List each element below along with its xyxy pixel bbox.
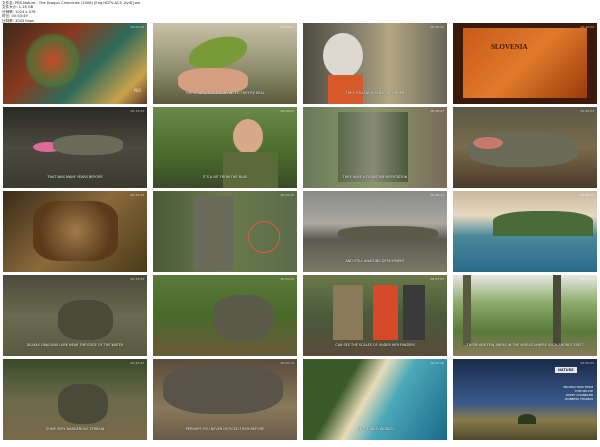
komodo-dragon	[213, 295, 273, 340]
white-hair-person	[323, 33, 363, 78]
thumbnail-6[interactable]: IT'S A BIT FROM THE BLUE 00:16:01	[153, 107, 297, 188]
timestamp: 00:47:39	[430, 361, 444, 365]
komodo-dragon	[58, 384, 108, 424]
timestamp: 00:28:11	[430, 193, 444, 197]
crocodile	[338, 226, 438, 241]
tree-trunk	[338, 112, 408, 182]
timestamp: 00:16:01	[280, 109, 294, 113]
thumbnail-15[interactable]: CAN SEE THE SCALES OF UNDER HER FINGERS …	[303, 275, 447, 356]
thumbnail-14[interactable]: 00:35:29	[153, 275, 297, 356]
thumbnail-16[interactable]: THERE ARE FEW AREAS IN THE WORLD WHERE S…	[453, 275, 597, 356]
subtitle: PERHAPS YOU NEVER NOTICED THEM BEFORE	[185, 427, 265, 431]
person-1	[333, 285, 363, 340]
orange-shirt	[328, 75, 363, 104]
timestamp: 00:23:19	[130, 193, 144, 197]
man-face	[233, 119, 263, 154]
thumbnail-1[interactable]: 00:02:19 PBS	[3, 23, 147, 104]
timestamp: 00:42:47	[130, 361, 144, 365]
map-label: SLOVENIA	[491, 43, 528, 51]
tree-trunk	[553, 275, 561, 345]
subtitle: AND STILL AWAITING DEPLOYMENT	[345, 259, 405, 263]
komodo-dragon	[163, 364, 283, 414]
subtitle: DEADLY DRAGONS LURK NEAR THE EDGE OF THE…	[26, 343, 124, 347]
timestamp: 00:10:59	[580, 25, 594, 29]
subtitle: THEY HAVE A FEARSOME REPUTATION	[342, 175, 408, 179]
thumbnail-4[interactable]: SLOVENIA 00:10:59	[453, 23, 597, 104]
thumbnail-12[interactable]: 00:30:37	[453, 191, 597, 272]
thumbnail-2[interactable]: THE MORE WE ARE CONVINCED THEY'RE REAL 0…	[153, 23, 297, 104]
timestamp: 00:37:55	[430, 277, 444, 281]
thumbnail-18[interactable]: PERHAPS YOU NEVER NOTICED THEM BEFORE 00…	[153, 359, 297, 440]
person-2	[373, 285, 398, 340]
timestamp: 00:40:21	[580, 277, 594, 281]
credit-name: ROBERTA THOMAS	[565, 397, 593, 401]
timestamp: 00:20:53	[580, 109, 594, 113]
timestamp: 00:45:13	[280, 361, 294, 365]
thumbnail-10[interactable]: 00:25:45	[153, 191, 297, 272]
subtitle: CAN SEE THE SCALES OF UNDER HER FINGERS	[335, 343, 415, 347]
nature-logo: NATURE	[555, 367, 577, 373]
subtitle: IN THE WILD WORLD	[357, 427, 393, 431]
thumbnail-3[interactable]: THEY FOLLOW A SENSE OF ORDER 00:08:33	[303, 23, 447, 104]
subtitle: IT'S A BIT FROM THE BLUE	[202, 175, 248, 179]
old-map	[463, 28, 587, 98]
tree-trunk	[463, 275, 471, 345]
thumbnail-17[interactable]: SOME VERY DANGEROUS TERRAIN 00:42:47	[3, 359, 147, 440]
timestamp: 00:30:37	[580, 193, 594, 197]
timestamp: 00:08:33	[430, 25, 444, 29]
man-shirt	[223, 152, 278, 188]
thumbnail-8[interactable]: 00:20:53	[453, 107, 597, 188]
thumbnail-11[interactable]: AND STILL AWAITING DEPLOYMENT 00:28:11	[303, 191, 447, 272]
subtitle: THERE ARE FEW AREAS IN THE WORLD WHERE S…	[466, 343, 584, 347]
timestamp: 00:50:05	[580, 361, 594, 365]
subtitle: THE MORE WE ARE CONVINCED THEY'RE REAL	[185, 91, 265, 95]
credits-block: PRODUCTION TEAM TOM KELLYE POPPY CHANDLE…	[548, 385, 593, 401]
thumbnail-9[interactable]: 00:23:19	[3, 191, 147, 272]
thumbnail-13[interactable]: DEADLY DRAGONS LURK NEAR THE EDGE OF THE…	[3, 275, 147, 356]
file-info-header: 文件名: PBS.Nature - The Dragon Chronicles …	[2, 1, 302, 23]
timestamp: 00:35:29	[280, 277, 294, 281]
thumbnail-5[interactable]: THAT WAS MANY YEARS BEFORE 00:13:25	[3, 107, 147, 188]
subtitle: THAT WAS MANY YEARS BEFORE	[47, 175, 103, 179]
dragon-mouth	[473, 137, 503, 149]
timestamp: 00:02:19	[130, 25, 144, 29]
komodo-dragon	[58, 300, 113, 340]
thumbnail-7[interactable]: THEY HAVE A FEARSOME REPUTATION 00:18:27	[303, 107, 447, 188]
timestamp: 00:04:57	[280, 25, 294, 29]
timestamp: 00:25:45	[280, 193, 294, 197]
person-3	[403, 285, 425, 340]
dragon-art	[23, 33, 83, 88]
timestamp: 00:13:25	[130, 109, 144, 113]
carved-dragon	[33, 201, 118, 261]
subtitle: THEY FOLLOW A SENSE OF ORDER	[345, 91, 405, 95]
tree	[193, 196, 233, 271]
timestamp: 00:33:03	[130, 277, 144, 281]
thumbnail-20[interactable]: NATURE PRODUCTION TEAM TOM KELLYE POPPY …	[453, 359, 597, 440]
acacia-tree	[518, 414, 536, 424]
island-hill	[493, 211, 593, 236]
thumbnail-grid: 00:02:19 PBS THE MORE WE ARE CONVINCED T…	[3, 23, 597, 444]
thumbnail-19[interactable]: IN THE WILD WORLD 00:47:39	[303, 359, 447, 440]
subtitle: SOME VERY DANGEROUS TERRAIN	[45, 427, 105, 431]
timestamp: 00:18:27	[430, 109, 444, 113]
watermark: PBS	[133, 88, 141, 93]
red-circle	[248, 221, 280, 253]
lizard-head	[53, 135, 123, 155]
